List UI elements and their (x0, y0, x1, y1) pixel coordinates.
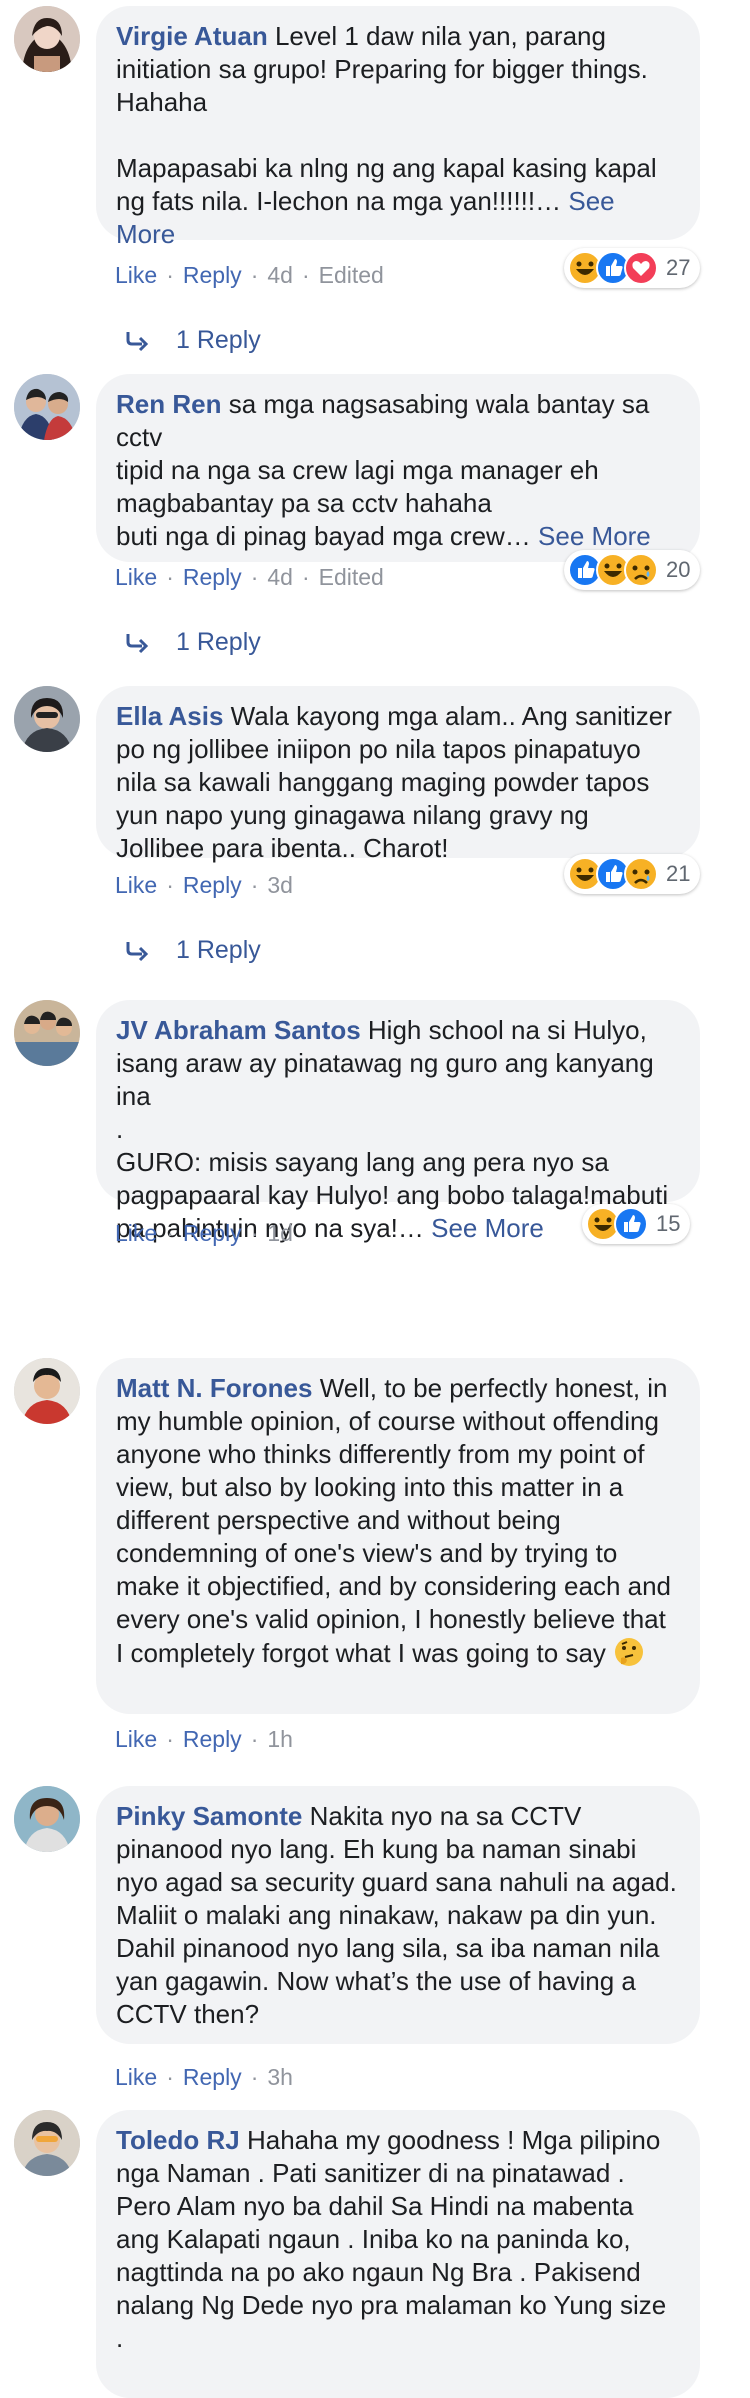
timestamp[interactable]: 3d (267, 872, 293, 898)
reaction-summary[interactable]: 15 (582, 1204, 691, 1244)
comment-actions: Like · Reply · 1d (115, 1220, 293, 1246)
see-more-link[interactable]: See More (538, 521, 651, 551)
like-button[interactable]: Like (115, 262, 157, 288)
reply-button[interactable]: Reply (183, 262, 242, 288)
like-button[interactable]: Like (115, 872, 157, 898)
see-more-link[interactable]: See More (431, 1213, 544, 1243)
comment-bubble: Toledo RJ Hahaha my goodness ! Mga pilip… (96, 2110, 700, 2398)
view-replies-link[interactable]: 1 Reply (124, 628, 261, 657)
reply-button[interactable]: Reply (183, 872, 242, 898)
timestamp[interactable]: 1d (267, 1220, 293, 1246)
comment-bubble: Matt N. Forones Well, to be perfectly ho… (96, 1358, 700, 1714)
author-name[interactable]: Ren Ren (116, 389, 221, 419)
reply-button[interactable]: Reply (183, 564, 242, 590)
reaction-count: 27 (666, 255, 691, 280)
timestamp[interactable]: 1h (267, 1726, 293, 1752)
comment-actions: Like · Reply · 4d · Edited (115, 564, 384, 590)
view-replies-link[interactable]: 1 Reply (124, 326, 261, 355)
reaction-summary[interactable]: 20 (564, 550, 701, 590)
edited-label[interactable]: Edited (319, 564, 384, 590)
reply-arrow-icon (126, 633, 149, 653)
avatar[interactable] (14, 1358, 80, 1424)
like-button[interactable]: Like (115, 2064, 157, 2090)
author-name[interactable]: Toledo RJ (116, 2125, 240, 2155)
author-name[interactable]: Matt N. Forones (116, 1373, 312, 1403)
reaction-count: 21 (666, 861, 691, 886)
reaction-summary[interactable]: 21 (564, 854, 701, 894)
author-name[interactable]: JV Abraham Santos (116, 1015, 361, 1045)
comment-actions: Like · Reply · 4d · Edited (115, 262, 384, 288)
comment-actions: Like · Reply · 3h (115, 2064, 293, 2090)
avatar[interactable] (14, 686, 80, 752)
comment-bubble: Virgie Atuan Level 1 daw nila yan, paran… (96, 6, 700, 249)
like-button[interactable]: Like (115, 1726, 157, 1752)
reply-button[interactable]: Reply (183, 1220, 242, 1246)
view-replies-link[interactable]: 1 Reply (124, 936, 261, 965)
reaction-count: 20 (666, 557, 691, 582)
avatar[interactable] (14, 6, 80, 72)
reply-button[interactable]: Reply (183, 1726, 242, 1752)
author-name[interactable]: Virgie Atuan (116, 21, 268, 51)
comment-bubble: Ren Ren sa mga nagsasabing wala bantay s… (96, 374, 700, 562)
reply-arrow-icon (126, 941, 149, 961)
comment-text: Well, to be perfectly honest, in my humb… (116, 1373, 672, 1668)
avatar[interactable] (14, 1786, 80, 1852)
avatar[interactable] (14, 1000, 80, 1066)
like-button[interactable]: Like (115, 1220, 157, 1246)
like-icon (614, 1207, 648, 1241)
like-button[interactable]: Like (115, 564, 157, 590)
timestamp[interactable]: 3h (267, 2064, 293, 2090)
comment-feed: Virgie Atuan Level 1 daw nila yan, paran… (0, 0, 750, 2398)
comment-actions: Like · Reply · 1h (115, 1726, 293, 1752)
sad-icon (624, 553, 658, 587)
reaction-count: 15 (656, 1211, 681, 1236)
timestamp[interactable]: 4d (267, 262, 293, 288)
reaction-summary[interactable]: 27 (564, 248, 701, 288)
edited-label[interactable]: Edited (319, 262, 384, 288)
love-icon (624, 251, 658, 285)
comment-bubble: JV Abraham Santos High school na si Huly… (96, 1000, 700, 1243)
timestamp[interactable]: 4d (267, 564, 293, 590)
comment-text: Nakita nyo na sa CCTV pinanood nyo lang.… (116, 1801, 677, 2029)
comment-actions: Like · Reply · 3d (115, 872, 293, 898)
comment-bubble: Pinky Samonte Nakita nyo na sa CCTV pina… (96, 1786, 700, 2044)
avatar[interactable] (14, 2110, 80, 2176)
author-name[interactable]: Pinky Samonte (116, 1801, 302, 1831)
reply-button[interactable]: Reply (183, 2064, 242, 2090)
author-name[interactable]: Ella Asis (116, 701, 223, 731)
avatar[interactable] (14, 374, 80, 440)
comment-text: Hahaha my goodness ! Mga pilipino nga Na… (116, 2125, 667, 2353)
thinking-face-icon (615, 1638, 644, 1666)
reply-arrow-icon (126, 331, 149, 351)
comment-bubble: Ella Asis Wala kayong mga alam.. Ang san… (96, 686, 700, 863)
sad-icon (624, 857, 658, 891)
